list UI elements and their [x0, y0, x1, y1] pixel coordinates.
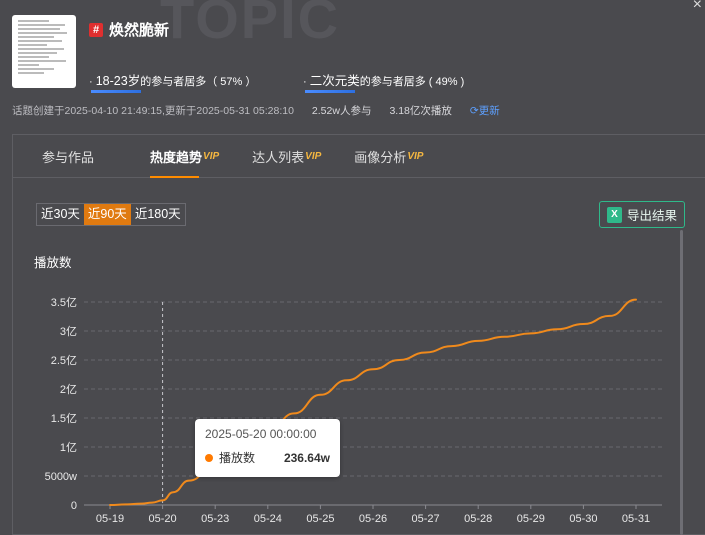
y-tick-label: 5000w [45, 471, 77, 483]
scrollbar[interactable] [680, 230, 683, 535]
x-tick-label: 05-30 [569, 513, 597, 525]
tooltip-row: 播放数 236.64w [205, 449, 330, 466]
y-tick-label: 3亿 [60, 325, 77, 338]
tooltip-value: 236.64w [283, 450, 330, 465]
chart-tooltip: 2025-05-20 00:00:00 播放数 236.64w [195, 419, 340, 477]
trend-chart: 0 5000w 1亿 1.5亿 2亿 2.5亿 3亿 3.5亿 05-19 05-20 05-23 0… [45, 296, 662, 525]
series-dot [205, 453, 213, 462]
y-tick-label: 0 [71, 500, 77, 512]
x-tick-label: 05-25 [306, 513, 334, 525]
y-tick-label: 3.5亿 [51, 296, 77, 309]
x-tick-label: 05-31 [622, 513, 650, 525]
series-line [109, 298, 637, 506]
x-tick-label: 05-23 [201, 513, 229, 525]
x-tick-label: 05-24 [254, 513, 282, 525]
x-tick-label: 05-28 [464, 513, 492, 525]
tooltip-series: 播放数 [219, 451, 256, 465]
y-tick-label: 1亿 [60, 441, 77, 454]
tooltip-date: 2025-05-20 00:00:00 [205, 427, 317, 441]
x-tick-label: 05-20 [149, 513, 177, 525]
x-tick-label: 05-29 [517, 513, 545, 525]
x-tick-label: 05-26 [359, 513, 387, 525]
y-tick-label: 1.5亿 [51, 412, 77, 425]
x-tick-label: 05-19 [96, 513, 124, 525]
y-tick-label: 2.5亿 [51, 354, 77, 367]
y-tick-label: 2亿 [60, 383, 77, 396]
x-tick-label: 05-27 [412, 513, 440, 525]
